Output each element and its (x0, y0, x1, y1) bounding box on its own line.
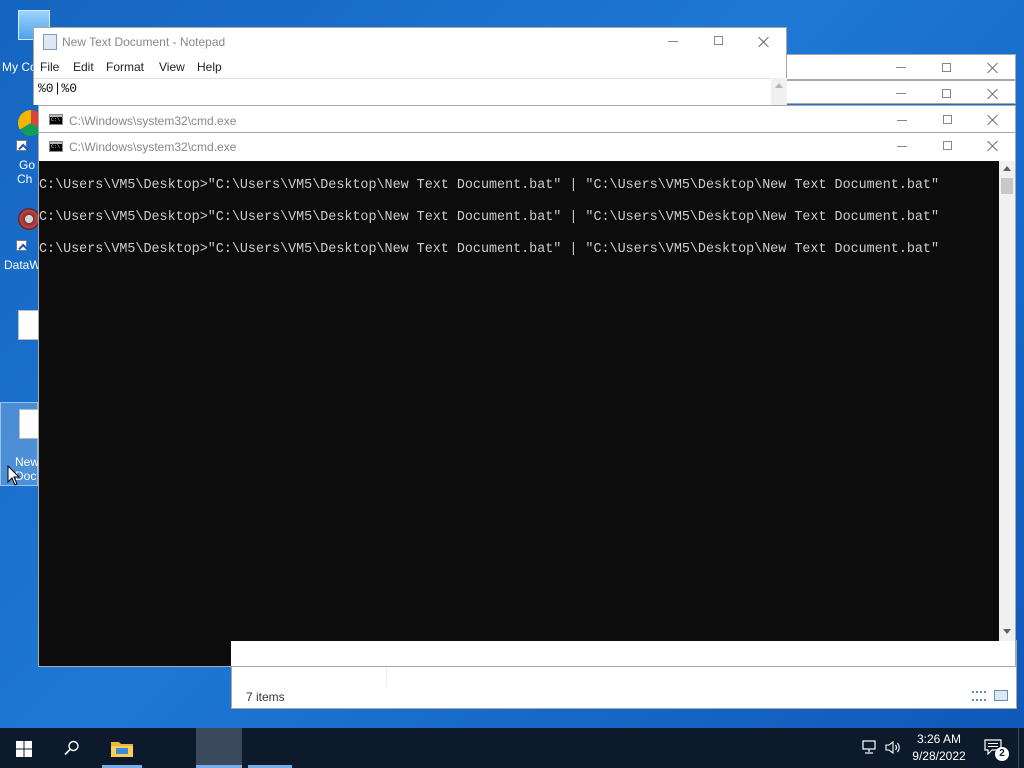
scroll-thumb[interactable] (1001, 178, 1013, 194)
cmd-front-title-bar[interactable]: C:\Windows\system32\cmd.exe (39, 133, 1015, 159)
close-button[interactable] (970, 133, 1016, 159)
maximize-button[interactable] (925, 133, 971, 159)
maximize-button[interactable] (924, 81, 970, 107)
maximize-icon (943, 115, 952, 124)
file-icon (18, 310, 40, 340)
close-icon (987, 114, 999, 126)
scroll-up-icon[interactable] (1003, 166, 1011, 171)
close-button[interactable] (741, 28, 787, 54)
mouse-cursor-icon (7, 465, 21, 486)
background-window-1[interactable] (786, 54, 1016, 80)
network-tray-button[interactable] (860, 740, 880, 756)
window-title: C:\Windows\system32\cmd.exe (69, 114, 237, 128)
large-icons-view-icon[interactable] (994, 690, 1008, 701)
search-icon (64, 740, 79, 756)
notification-count-badge: 2 (995, 747, 1009, 761)
notepad-window[interactable]: New Text Document - Notepad File Edit Fo… (33, 27, 787, 106)
taskbar: 3:26 AM 9/28/2022 2 (0, 728, 1024, 768)
taskbar-notepad-slot[interactable] (196, 728, 242, 768)
file-explorer-icon (111, 742, 133, 757)
minimize-button[interactable] (650, 28, 696, 54)
menu-edit[interactable]: Edit (73, 60, 94, 74)
window-title: New Text Document - Notepad (62, 35, 226, 49)
desktop-icon-label-line2: Ch (17, 172, 33, 186)
notepad-text-area[interactable]: %0|%0 (34, 78, 770, 105)
menu-file[interactable]: File (40, 60, 59, 74)
volume-icon (885, 740, 900, 755)
action-center-button[interactable]: 2 (980, 736, 1010, 762)
console-output[interactable]: C:\Users\VM5\Desktop>"C:\Users\VM5\Deskt… (39, 161, 999, 641)
notepad-content: %0|%0 (38, 81, 78, 96)
minimize-button[interactable] (878, 55, 924, 81)
file-icon (19, 409, 39, 439)
scroll-down-icon[interactable] (1003, 629, 1011, 634)
menu-format[interactable]: Format (106, 60, 144, 74)
details-view-icon[interactable] (972, 691, 986, 701)
close-icon (758, 36, 770, 48)
scroll-up-icon (775, 83, 783, 88)
minimize-button[interactable] (879, 133, 925, 159)
maximize-button[interactable] (924, 55, 970, 81)
show-desktop-button[interactable] (1018, 728, 1024, 768)
cmd-icon (49, 114, 63, 125)
notepad-title-bar[interactable]: New Text Document - Notepad (34, 28, 786, 54)
close-icon (987, 88, 999, 100)
maximize-icon (943, 141, 952, 150)
minimize-button[interactable] (879, 106, 925, 132)
desktop-icon-label: DataW (4, 258, 41, 272)
cmd-window-back[interactable]: C:\Windows\system32\cmd.exe (38, 105, 1016, 133)
cmd-back-title-bar[interactable]: C:\Windows\system32\cmd.exe (39, 106, 1015, 132)
close-button[interactable] (970, 81, 1016, 107)
network-icon (862, 740, 876, 754)
window-title: C:\Windows\system32\cmd.exe (69, 140, 237, 154)
console-line: C:\Users\VM5\Desktop>"C:\Users\VM5\Deskt… (39, 210, 939, 225)
taskbar-cmd-slot[interactable] (248, 728, 292, 768)
minimize-icon (897, 120, 907, 121)
close-icon (987, 62, 999, 74)
close-icon (987, 140, 999, 152)
clock-time: 3:26 AM (916, 732, 962, 746)
desktop-icon-label: Go (19, 158, 36, 172)
console-line: C:\Users\VM5\Desktop>"C:\Users\VM5\Deskt… (39, 178, 939, 193)
console-scrollbar[interactable] (999, 161, 1015, 641)
maximize-icon (714, 36, 723, 45)
notepad-scrollbar[interactable] (771, 78, 787, 106)
start-button[interactable] (0, 728, 48, 768)
clock-date: 9/28/2022 (912, 749, 966, 763)
background-window-2[interactable] (786, 80, 1016, 104)
maximize-button[interactable] (925, 106, 971, 132)
minimize-icon (668, 41, 678, 42)
console-bottom-strip (39, 641, 231, 666)
gear-icon (18, 208, 40, 230)
windows-start-icon (16, 741, 32, 757)
notepad-icon (43, 34, 57, 50)
maximize-button[interactable] (696, 28, 742, 54)
taskbar-file-explorer[interactable] (98, 728, 146, 768)
close-button[interactable] (970, 106, 1016, 132)
search-button[interactable] (48, 728, 96, 768)
console-line: C:\Users\VM5\Desktop>"C:\Users\VM5\Deskt… (39, 242, 939, 257)
volume-tray-button[interactable] (884, 740, 904, 756)
close-button[interactable] (970, 55, 1016, 81)
menu-bar: File Edit Format View Help (34, 60, 774, 78)
status-item-count: 7 items (246, 690, 285, 704)
minimize-icon (897, 146, 907, 147)
cmd-icon (49, 141, 63, 152)
clock[interactable]: 3:26 AM 9/28/2022 (906, 731, 972, 765)
shortcut-arrow-icon (16, 140, 27, 151)
minimize-button[interactable] (878, 81, 924, 107)
shortcut-arrow-icon (16, 240, 27, 251)
menu-view[interactable]: View (159, 60, 185, 74)
menu-help[interactable]: Help (197, 60, 222, 74)
